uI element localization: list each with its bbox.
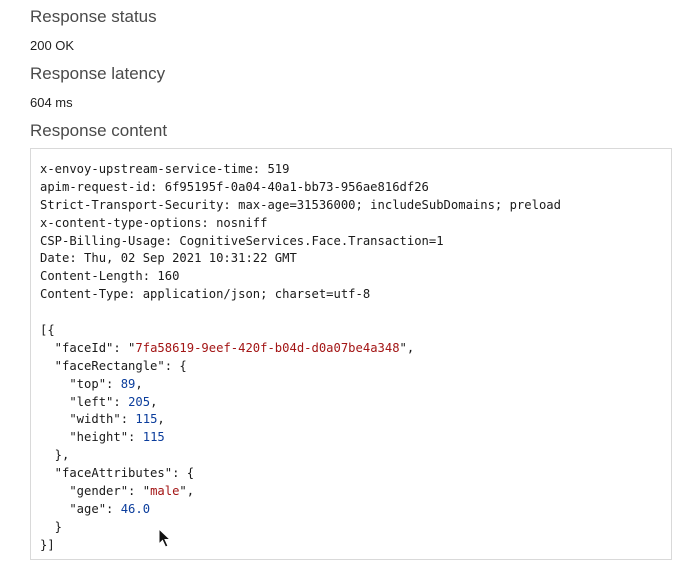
json-line: "faceId": "7fa58619-9eef-420f-b04d-d0a07…	[40, 340, 415, 355]
json-line: "faceAttributes": {	[40, 466, 195, 481]
json-line: "top": 89,	[40, 376, 143, 391]
header-line: Content-Type: application/json; charset=…	[40, 287, 371, 302]
json-line: },	[40, 448, 70, 463]
gender-value: male	[150, 484, 180, 499]
header-line: Date: Thu, 02 Sep 2021 10:31:22 GMT	[40, 251, 297, 266]
response-latency-value: 604 ms	[30, 95, 73, 110]
json-line: "height": 115	[40, 430, 165, 445]
json-line: }]	[40, 537, 55, 552]
face-left-value: 205	[128, 394, 151, 409]
age-value: 46.0	[120, 501, 151, 516]
face-width-value: 115	[135, 412, 158, 427]
response-latency-label: Response latency	[30, 64, 166, 83]
header-line: Strict-Transport-Security: max-age=31536…	[40, 197, 561, 212]
response-status-value: 200 OK	[30, 38, 75, 53]
json-line: }	[40, 519, 63, 534]
response-status-label: Response status	[30, 7, 157, 26]
header-line: apim-request-id: 6f95195f-0a04-40a1-bb73…	[40, 179, 429, 194]
json-line: "faceRectangle": {	[40, 358, 187, 373]
json-line: "width": 115,	[40, 412, 165, 427]
header-line: x-envoy-upstream-service-time: 519	[40, 162, 290, 176]
response-content-text: x-envoy-upstream-service-time: 519 apim-…	[40, 161, 561, 555]
response-content-box[interactable]: x-envoy-upstream-service-time: 519 apim-…	[30, 148, 672, 560]
json-line: "age": 46.0	[40, 501, 151, 516]
face-id-value: 7fa58619-9eef-420f-b04d-d0a07be4a348	[135, 340, 400, 355]
mouse-pointer-icon	[158, 528, 172, 548]
response-panel: Response status 200 OK Response latency …	[0, 0, 700, 585]
json-line: "left": 205,	[40, 394, 158, 409]
face-height-value: 115	[142, 430, 165, 445]
header-line: x-content-type-options: nosniff	[40, 215, 268, 230]
face-top-value: 89	[120, 376, 136, 391]
json-line: "gender": "male",	[40, 484, 195, 499]
response-content-label: Response content	[30, 121, 168, 140]
json-line: [{	[40, 323, 55, 338]
header-line: Content-Length: 160	[40, 269, 180, 284]
header-line: CSP-Billing-Usage: CognitiveServices.Fac…	[40, 233, 444, 248]
